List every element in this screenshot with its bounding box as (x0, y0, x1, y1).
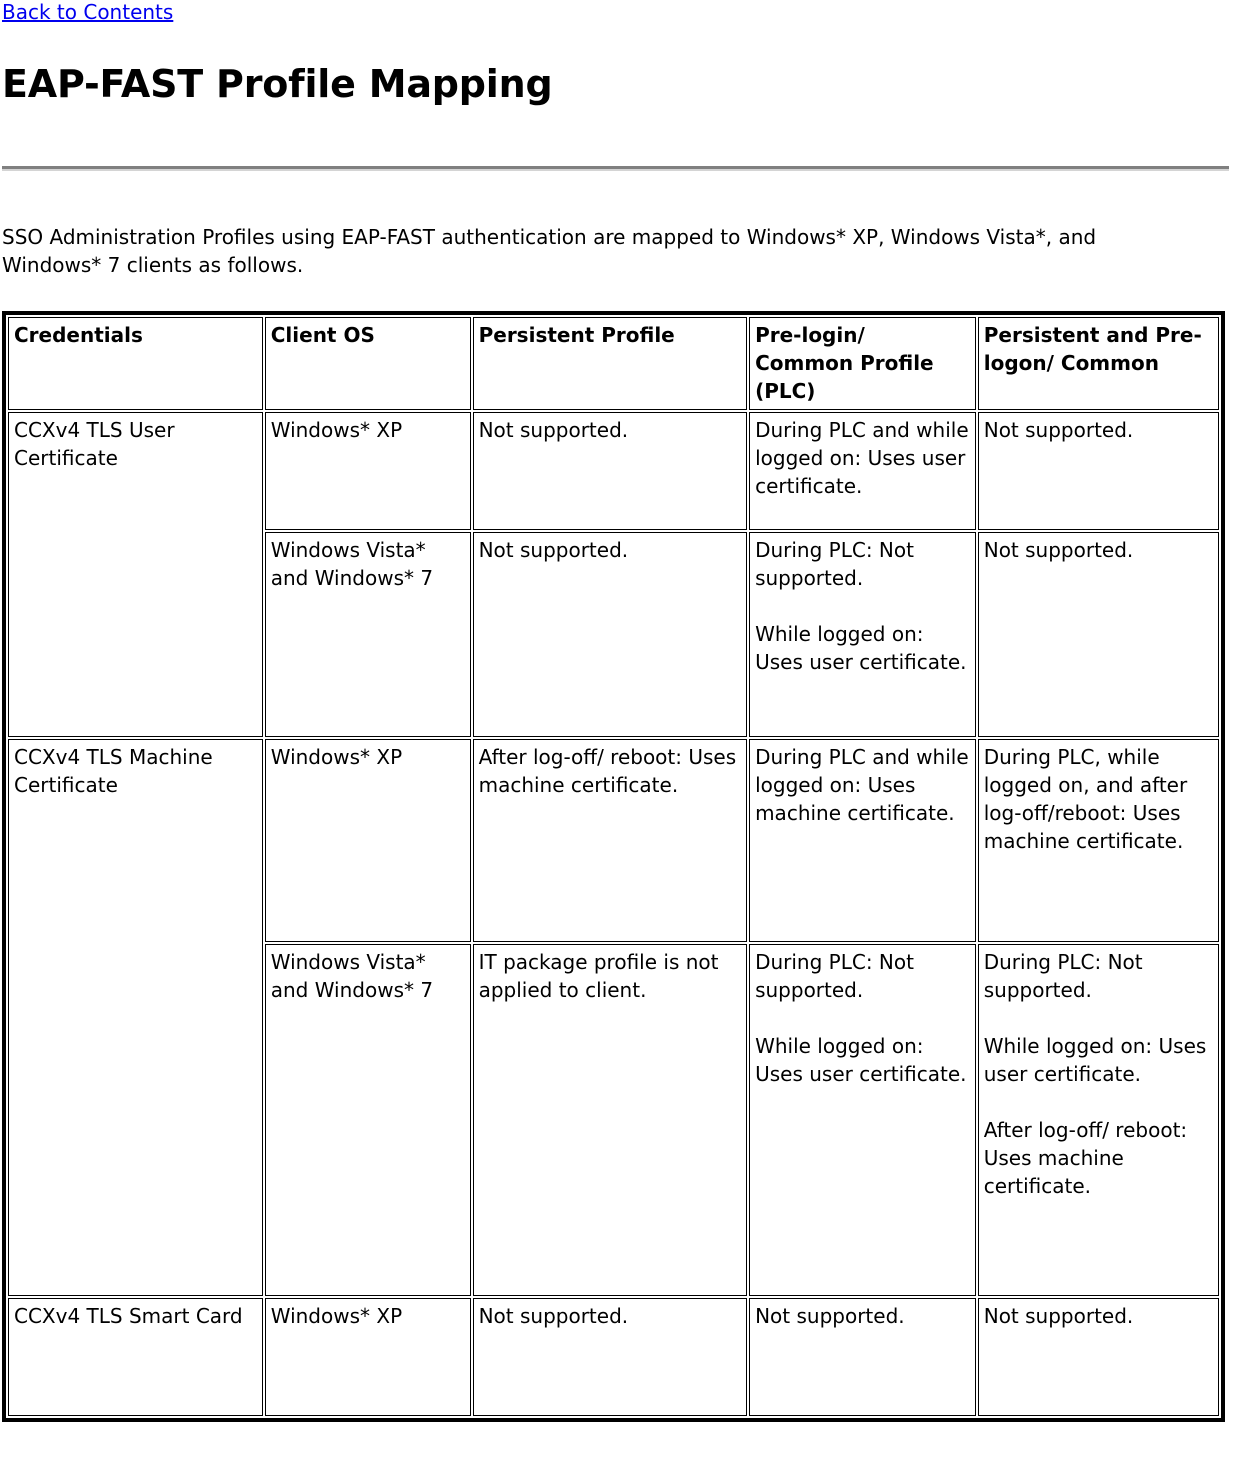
cell-paragraph: During PLC, while logged on, and after l… (983, 745, 1188, 853)
cell-paragraph: During PLC and while logged on: Uses mac… (755, 745, 969, 825)
column-header-persistent-profile: Persistent Profile (472, 317, 748, 410)
cell-persistent-profile: Not supported. (472, 412, 748, 530)
cell-paragraph: During PLC: Not supported. (983, 950, 1143, 1002)
table-row: CCXv4 TLS Smart Card Windows* XP Not suppo… (8, 1298, 1219, 1416)
cell-persistent-prelogon: Not supported. (977, 1298, 1219, 1416)
cell-persistent-profile: IT package profile is not applied to cli… (472, 944, 748, 1296)
eap-fast-profile-mapping-table: Credentials Client OS Persistent Profile… (2, 311, 1225, 1422)
table-header: Credentials Client OS Persistent Profile… (8, 317, 1219, 410)
document-page: Back to Contents EAP-FAST Profile Mappin… (0, 0, 1233, 1422)
table-row: CCXv4 TLS User Certificate Windows* XP Not… (8, 412, 1219, 737)
cell-paragraph: After log-off/ reboot: Uses machine cert… (478, 745, 737, 797)
cell-paragraph: Not supported. (983, 1304, 1134, 1328)
cell-persistent-prelogon: During PLC, while logged on, and after l… (977, 739, 1219, 942)
cell-client-os: Windows* XP (264, 412, 471, 530)
cell-paragraph: While logged on: Uses user certificate. (983, 1034, 1207, 1086)
cell-paragraph: Not supported. (478, 538, 629, 562)
cell-plc: During PLC: Not supported. While logged o… (749, 532, 976, 737)
cell-paragraph: IT package profile is not applied to cli… (478, 950, 719, 1002)
cell-persistent-profile: After log-off/ reboot: Uses machine cert… (472, 739, 748, 942)
cell-client-os: Windows Vista* and Windows* 7 (264, 532, 471, 737)
cell-plc: During PLC: Not supported. While logged o… (749, 944, 976, 1296)
cell-paragraph: Not supported. (983, 538, 1134, 562)
cell-paragraph: While logged on: Uses user certificate. (755, 1034, 967, 1086)
cell-persistent-prelogon: During PLC: Not supported. While logged o… (977, 944, 1219, 1296)
page-title: EAP-FAST Profile Mapping (2, 62, 553, 106)
column-header-client-os: Client OS (264, 317, 471, 410)
intro-paragraph: SSO Administration Profiles using EAP-FA… (2, 225, 1097, 277)
back-to-contents-link[interactable]: Back to Contents (2, 0, 173, 24)
column-header-persistent-prelogon: Persistent and Pre-logon/ Common (977, 317, 1219, 410)
cell-plc: Not supported. (749, 1298, 976, 1416)
cell-paragraph: Not supported. (755, 1304, 905, 1328)
cell-paragraph: Not supported. (478, 418, 629, 442)
cell-persistent-profile: Not supported. (472, 532, 748, 737)
table-body: CCXv4 TLS User Certificate Windows* XP Not… (8, 412, 1219, 1416)
table-row: CCXv4 TLS Machine Certificate Windows* XP… (8, 739, 1219, 1296)
cell-paragraph: During PLC: Not supported. (755, 538, 914, 590)
cell-paragraph: Not supported. (983, 418, 1134, 442)
cell-paragraph: After log-off/ reboot: Uses machine cert… (983, 1118, 1188, 1198)
column-header-plc: Pre-login/ Common Profile (PLC) (749, 317, 976, 410)
cell-credentials: CCXv4 TLS Smart Card (8, 1298, 263, 1416)
cell-credentials: CCXv4 TLS User Certificate (8, 412, 263, 737)
cell-credentials: CCXv4 TLS Machine Certificate (8, 739, 263, 1296)
cell-client-os: Windows* XP (264, 1298, 471, 1416)
table-header-row: Credentials Client OS Persistent Profile… (8, 317, 1219, 410)
cell-paragraph: Not supported. (478, 1304, 629, 1328)
cell-plc: During PLC and while logged on: Uses use… (749, 412, 976, 530)
cell-persistent-prelogon: Not supported. (977, 412, 1219, 530)
cell-persistent-prelogon: Not supported. (977, 532, 1219, 737)
cell-paragraph: During PLC: Not supported. (755, 950, 914, 1002)
cell-paragraph: During PLC and while logged on: Uses use… (755, 418, 969, 498)
cell-paragraph: While logged on: Uses user certificate. (755, 622, 967, 674)
cell-client-os: Windows* XP (264, 739, 471, 942)
column-header-credentials: Credentials (8, 317, 263, 410)
cell-plc: During PLC and while logged on: Uses mac… (749, 739, 976, 942)
cell-persistent-profile: Not supported. (472, 1298, 748, 1416)
cell-client-os: Windows Vista* and Windows* 7 (264, 944, 471, 1296)
horizontal-rule (2, 166, 1229, 171)
